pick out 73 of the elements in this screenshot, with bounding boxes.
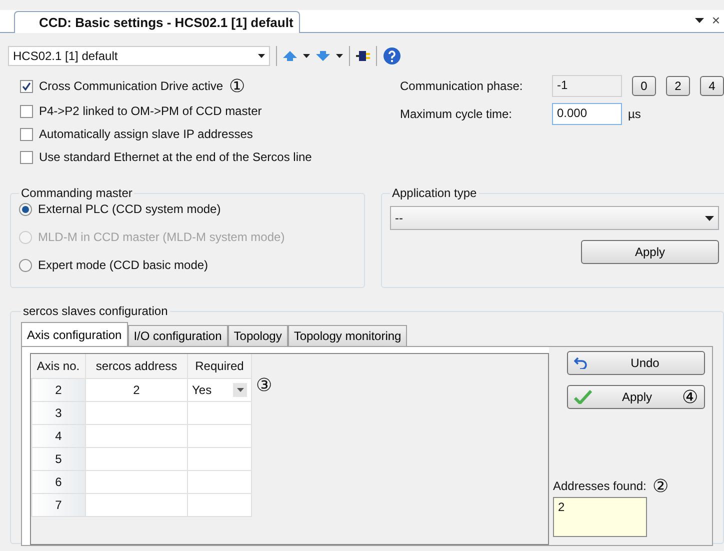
communication-phase-field[interactable]: -1 bbox=[552, 75, 622, 97]
table-cell[interactable]: 2 bbox=[86, 378, 188, 402]
group-title: Commanding master bbox=[20, 186, 134, 200]
table-cell: 4 bbox=[32, 424, 86, 448]
tab[interactable]: I/O configuration bbox=[128, 325, 228, 346]
radio-label: External PLC (CCD system mode) bbox=[38, 202, 221, 216]
checkbox[interactable] bbox=[20, 150, 33, 164]
checkbox[interactable] bbox=[20, 80, 33, 92]
arrow-down-icon[interactable] bbox=[316, 51, 330, 61]
addresses-list[interactable]: 2 bbox=[553, 497, 647, 537]
unit-label: µs bbox=[628, 107, 641, 121]
column-header[interactable]: sercos address bbox=[86, 354, 188, 378]
dropdown-icon[interactable] bbox=[336, 54, 343, 58]
table-cell[interactable] bbox=[86, 448, 188, 470]
table-cell: 6 bbox=[32, 470, 86, 494]
plug-icon[interactable] bbox=[356, 50, 370, 62]
radio-button[interactable] bbox=[19, 258, 32, 272]
table-cell[interactable] bbox=[188, 448, 252, 470]
group-title: sercos slaves configuration bbox=[22, 304, 169, 318]
device-dropdown[interactable]: HCS02.1 [1] default bbox=[8, 46, 270, 66]
callout-number: ① bbox=[229, 77, 246, 95]
table-cell: 7 bbox=[32, 494, 86, 516]
table-cell[interactable] bbox=[188, 494, 252, 516]
field-label: Communication phase: bbox=[400, 79, 524, 93]
application-type-dropdown[interactable]: -- bbox=[390, 206, 719, 230]
checkmark-icon bbox=[574, 390, 592, 404]
group-title: Application type bbox=[391, 186, 478, 200]
undo-icon bbox=[574, 357, 588, 369]
checkbox[interactable] bbox=[20, 128, 33, 140]
checkbox-label: Use standard Ethernet at the end of the Sercos line bbox=[39, 150, 312, 164]
undo-button[interactable]: Undo bbox=[567, 351, 705, 375]
column-header[interactable]: Required bbox=[188, 354, 252, 378]
phase-button[interactable]: 0 bbox=[632, 76, 656, 96]
callout-number: ② bbox=[652, 477, 668, 495]
tab[interactable]: Axis configuration bbox=[21, 322, 128, 346]
addresses-label: Addresses found: bbox=[553, 479, 646, 493]
arrow-up-icon[interactable] bbox=[283, 51, 297, 61]
table-cell: 5 bbox=[32, 448, 86, 470]
dropdown-icon[interactable] bbox=[303, 54, 310, 58]
apply-button[interactable]: Apply ④ bbox=[567, 385, 705, 409]
table-cell: 3 bbox=[32, 402, 86, 424]
radio-button[interactable] bbox=[19, 202, 32, 216]
apply-button[interactable]: Apply bbox=[581, 240, 719, 264]
table-cell[interactable] bbox=[188, 402, 252, 424]
table-cell[interactable] bbox=[86, 424, 188, 448]
table-cell[interactable] bbox=[86, 470, 188, 494]
phase-button[interactable]: 2 bbox=[666, 76, 690, 96]
checkbox[interactable] bbox=[20, 104, 33, 118]
caret-icon bbox=[705, 216, 714, 220]
radio-label: Expert mode (CCD basic mode) bbox=[38, 258, 208, 272]
phase-button[interactable]: 4 bbox=[700, 76, 724, 96]
dropdown-icon[interactable] bbox=[694, 18, 704, 22]
help-icon[interactable] bbox=[383, 47, 401, 65]
column-header[interactable]: Axis no. bbox=[32, 354, 86, 378]
table-cell[interactable] bbox=[86, 494, 188, 516]
radio-label: MLD-M in CCD master (MLD-M system mode) bbox=[38, 230, 285, 244]
callout-number: ③ bbox=[256, 376, 272, 394]
caret-icon bbox=[258, 54, 265, 58]
tab[interactable]: Topology bbox=[228, 325, 288, 346]
tab[interactable]: Topology monitoring bbox=[288, 325, 408, 346]
table-cell[interactable] bbox=[86, 402, 188, 424]
close-button[interactable]: × bbox=[712, 12, 720, 28]
cycle-time-field[interactable]: 0.000 bbox=[552, 103, 622, 125]
field-label: Maximum cycle time: bbox=[400, 107, 514, 121]
checkbox-label: Automatically assign slave IP addresses bbox=[39, 127, 253, 141]
table-cell: 2 bbox=[32, 378, 86, 402]
caret-icon bbox=[236, 388, 244, 392]
checkbox-label: P4->P2 linked to OM->PM of CCD master bbox=[39, 104, 262, 118]
checkbox-label: Cross Communication Drive active bbox=[39, 79, 224, 93]
table-cell[interactable] bbox=[188, 470, 252, 494]
table-cell[interactable] bbox=[188, 424, 252, 448]
document-tab[interactable]: CCD: Basic settings - HCS02.1 [1] default bbox=[14, 11, 300, 33]
table-cell[interactable]: Yes bbox=[188, 378, 252, 402]
